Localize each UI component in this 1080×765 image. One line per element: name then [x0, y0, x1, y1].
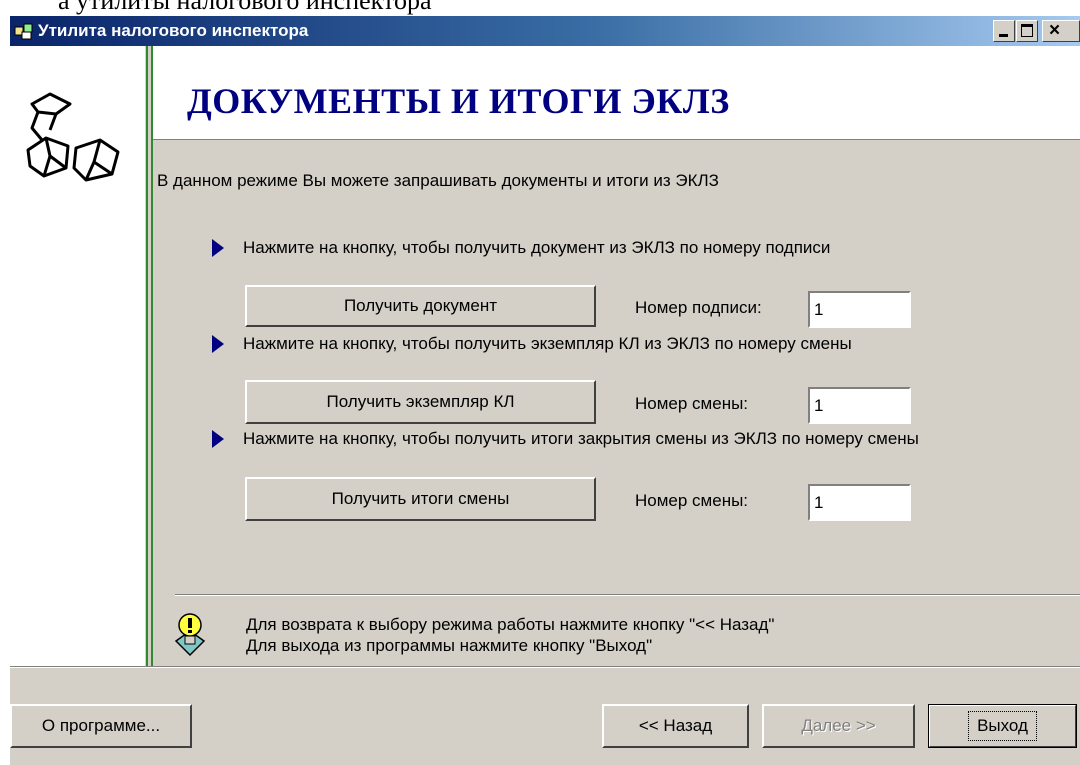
shift-number-input[interactable] [808, 484, 911, 521]
next-button[interactable]: Далее >> [762, 704, 915, 748]
back-button[interactable]: << Назад [602, 704, 749, 748]
signature-number-input[interactable] [808, 291, 911, 328]
exit-button[interactable]: Выход [928, 704, 1077, 748]
footer-separator [10, 666, 1080, 668]
sidebar-panel [10, 46, 145, 666]
arrow-right-icon [212, 239, 224, 257]
lightbulb-tip-icon [174, 613, 206, 657]
close-button[interactable]: × [1042, 20, 1080, 42]
page-header: ДОКУМЕНТЫ И ИТОГИ ЭКЛЗ [153, 46, 1080, 140]
section-instruction: Нажмите на кнопку, чтобы получить докуме… [243, 238, 831, 257]
dialog-client-area: ДОКУМЕНТЫ И ИТОГИ ЭКЛЗ В данном режиме В… [10, 46, 1080, 765]
tip-exit-text: Для выхода из программы нажмите кнопку "… [246, 636, 653, 655]
app-window: Утилита налогового инспектора × ДОКУМЕНТ… [10, 16, 1080, 765]
arrow-right-icon [212, 335, 224, 353]
get-journal-copy-button[interactable]: Получить экземпляр КЛ [245, 380, 596, 424]
section-instruction: Нажмите на кнопку, чтобы получить итоги … [243, 429, 919, 448]
field-label: Номер подписи: [635, 298, 762, 317]
about-button[interactable]: О программе... [10, 704, 192, 748]
get-document-button[interactable]: Получить документ [245, 285, 596, 327]
page-title: ДОКУМЕНТЫ И ИТОГИ ЭКЛЗ [187, 81, 730, 121]
section-instruction: Нажмите на кнопку, чтобы получить экземп… [243, 334, 852, 353]
field-label: Номер смены: [635, 394, 749, 413]
maximize-button[interactable] [1016, 20, 1038, 42]
separator [175, 594, 1080, 596]
arrow-right-icon [212, 430, 224, 448]
cubes-logo-icon [26, 92, 120, 182]
field-label: Номер смены: [635, 491, 749, 510]
document-text: а утилиты налогового инспектора [58, 0, 432, 15]
sidebar-divider [146, 46, 148, 666]
app-icon [14, 23, 33, 40]
intro-text: В данном режиме Вы можете запрашивать до… [157, 171, 719, 190]
shift-number-input[interactable] [808, 387, 911, 424]
minimize-button[interactable] [993, 20, 1015, 42]
get-shift-totals-button[interactable]: Получить итоги смены [245, 477, 596, 521]
document-text-above: а утилиты налогового инспектора [0, 0, 1080, 16]
tip-back-text: Для возврата к выбору режима работы нажм… [246, 615, 775, 634]
title-bar[interactable]: Утилита налогового инспектора × [10, 16, 1080, 46]
window-title: Утилита налогового инспектора [38, 21, 309, 40]
exit-button-label: Выход [968, 711, 1037, 741]
close-icon: × [1049, 20, 1061, 41]
